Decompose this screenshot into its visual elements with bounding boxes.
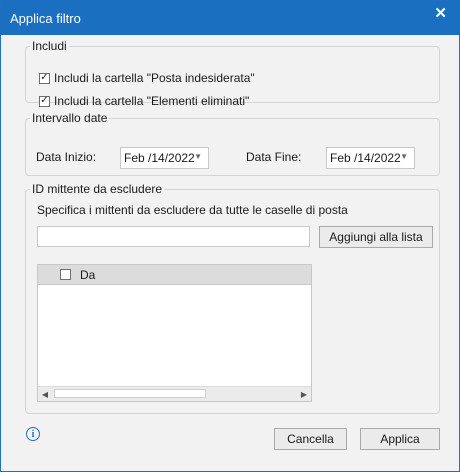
start-date-picker[interactable]: Feb /14/2022 ▼ (120, 147, 209, 169)
junk-folder-label: Includi la cartella "Posta indesiderata" (54, 71, 255, 85)
cancel-button[interactable]: Cancella (274, 428, 347, 450)
scroll-right-icon[interactable]: ▶ (297, 387, 311, 401)
date-range-legend: Intervallo date (32, 111, 108, 125)
sender-exclude-description: Specifica i mittenti da escludere da tut… (37, 203, 348, 217)
horizontal-scrollbar[interactable]: ◀ ▶ (38, 386, 311, 401)
column-header-da[interactable]: Da (80, 268, 95, 282)
close-icon[interactable]: ✕ (434, 6, 447, 22)
sender-list[interactable]: Da ◀ ▶ (37, 264, 312, 402)
deleted-folder-option[interactable]: ✓ Includi la cartella "Elementi eliminat… (39, 93, 249, 109)
title-bar: Applica filtro ✕ (1, 1, 459, 35)
end-date-label: Data Fine: (246, 150, 302, 164)
start-date-label: Data Inizio: (36, 150, 97, 164)
date-range-group: Intervallo date Data Inizio: Feb /14/202… (25, 111, 440, 176)
apply-filter-dialog: Applica filtro ✕ Includi ✓ Includi la ca… (0, 0, 460, 472)
junk-folder-option[interactable]: ✓ Includi la cartella "Posta indesiderat… (39, 70, 255, 86)
apply-button[interactable]: Applica (360, 428, 440, 450)
select-all-checkbox[interactable] (60, 269, 71, 280)
includi-legend: Includi (32, 39, 67, 53)
checkmark-icon: ✓ (40, 72, 49, 83)
end-date-value: Feb /14/2022 (330, 151, 401, 165)
info-icon[interactable]: i (26, 427, 40, 441)
deleted-folder-checkbox[interactable]: ✓ (39, 95, 50, 107)
checkmark-icon: ✓ (40, 95, 49, 106)
dialog-title: Applica filtro (10, 11, 81, 26)
list-header: Da (38, 265, 311, 285)
scrollbar-thumb[interactable] (54, 389, 206, 398)
add-to-list-button[interactable]: Aggiungi alla lista (319, 226, 433, 248)
scroll-left-icon[interactable]: ◀ (38, 387, 52, 401)
start-date-value: Feb /14/2022 (124, 151, 195, 165)
chevron-down-icon: ▼ (400, 152, 408, 161)
includi-group: Includi ✓ Includi la cartella "Posta ind… (25, 39, 440, 108)
sender-exclude-legend: ID mittente da escludere (32, 182, 163, 196)
sender-input[interactable] (37, 226, 310, 247)
deleted-folder-label: Includi la cartella "Elementi eliminati" (54, 94, 250, 108)
chevron-down-icon: ▼ (194, 152, 202, 161)
end-date-picker[interactable]: Feb /14/2022 ▼ (326, 147, 415, 169)
junk-folder-checkbox[interactable]: ✓ (39, 72, 50, 84)
